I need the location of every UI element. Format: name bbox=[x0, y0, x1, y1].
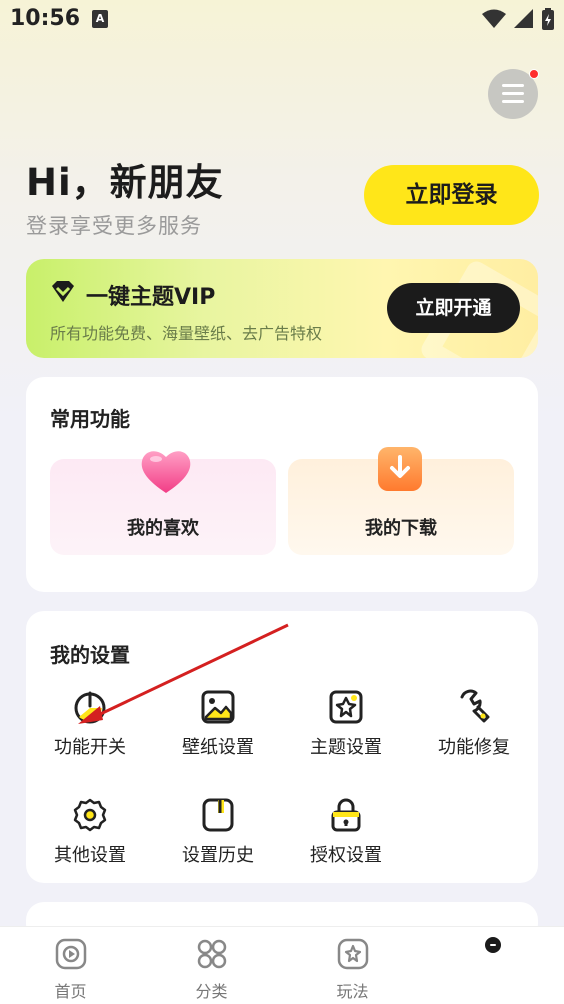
my-downloads-tile[interactable]: 我的下载 bbox=[288, 447, 514, 555]
theme-settings-item[interactable]: 主题设置 bbox=[282, 689, 410, 779]
vip-banner[interactable]: 一键主题VIP 所有功能免费、海量壁纸、去广告特权 立即开通 bbox=[26, 259, 538, 358]
puzzle-icon bbox=[337, 938, 369, 970]
item-label: 主题设置 bbox=[310, 737, 382, 758]
feature-repair-item[interactable]: 功能修复 bbox=[410, 689, 538, 779]
vip-title: 一键主题VIP bbox=[86, 285, 216, 310]
nav-play[interactable]: 玩法 bbox=[282, 927, 423, 1004]
my-favorites-tile[interactable]: 我的喜欢 bbox=[50, 451, 276, 555]
play-icon bbox=[55, 938, 87, 970]
nav-label: 分类 bbox=[195, 982, 228, 1001]
image-icon bbox=[201, 690, 235, 724]
feature-switch-item[interactable]: 功能开关 bbox=[26, 689, 154, 779]
status-icons bbox=[482, 8, 554, 30]
common-functions-card: 常用功能 我的喜欢 我的下载 bbox=[26, 377, 538, 592]
menu-icon-bar bbox=[502, 100, 524, 103]
power-icon bbox=[74, 691, 106, 724]
download-icon bbox=[378, 447, 422, 491]
other-settings-item[interactable]: 其他设置 bbox=[26, 797, 154, 887]
item-label: 功能修复 bbox=[438, 737, 510, 758]
wrench-icon bbox=[460, 689, 490, 723]
history-icon bbox=[202, 798, 234, 832]
item-label: 其他设置 bbox=[54, 845, 126, 866]
menu-icon-bar bbox=[502, 92, 524, 95]
authorization-settings-item[interactable]: 授权设置 bbox=[282, 797, 410, 887]
notification-icon: A bbox=[92, 10, 108, 28]
item-label: 授权设置 bbox=[310, 845, 382, 866]
battery-icon bbox=[542, 8, 554, 30]
diamond-icon bbox=[52, 281, 74, 302]
tile-label: 我的下载 bbox=[365, 518, 437, 539]
wifi-icon bbox=[482, 9, 506, 28]
vip-open-button[interactable]: 立即开通 bbox=[387, 283, 520, 333]
signal-icon bbox=[514, 9, 533, 28]
status-time: 10:56 bbox=[10, 6, 81, 31]
item-label: 壁纸设置 bbox=[182, 737, 254, 758]
nav-label: 首页 bbox=[54, 982, 87, 1001]
gear-icon bbox=[73, 798, 107, 832]
greeting-subtitle: 登录享受更多服务 bbox=[26, 214, 202, 238]
nav-home[interactable]: 首页 bbox=[0, 927, 141, 1004]
profile-icon[interactable] bbox=[485, 937, 501, 953]
item-label: 设置历史 bbox=[182, 845, 254, 866]
heart-icon bbox=[141, 451, 191, 493]
greeting-title: Hi，新朋友 bbox=[26, 161, 224, 204]
wallpaper-settings-item[interactable]: 壁纸设置 bbox=[154, 689, 282, 779]
vip-description: 所有功能免费、海量壁纸、去广告特权 bbox=[50, 324, 323, 343]
bottom-nav: 首页 分类 玩法 bbox=[0, 926, 564, 1004]
nav-category[interactable]: 分类 bbox=[141, 927, 282, 1004]
settings-history-item[interactable]: 设置历史 bbox=[154, 797, 282, 887]
tile-label: 我的喜欢 bbox=[127, 518, 199, 539]
status-bar: 10:56 A bbox=[0, 0, 564, 40]
item-label: 功能开关 bbox=[54, 737, 126, 758]
notification-dot bbox=[529, 69, 539, 79]
section-title: 常用功能 bbox=[50, 407, 130, 431]
section-title: 我的设置 bbox=[50, 643, 130, 667]
nav-label: 玩法 bbox=[336, 982, 369, 1001]
menu-icon bbox=[502, 84, 524, 87]
lock-icon bbox=[331, 798, 361, 832]
theme-icon bbox=[329, 690, 363, 724]
grid-icon bbox=[197, 939, 227, 969]
settings-card: 我的设置 功能开关 壁纸设置 主题设置 功能修复 其他设置 设置历史 授权设置 bbox=[26, 611, 538, 883]
login-button[interactable]: 立即登录 bbox=[364, 165, 539, 225]
